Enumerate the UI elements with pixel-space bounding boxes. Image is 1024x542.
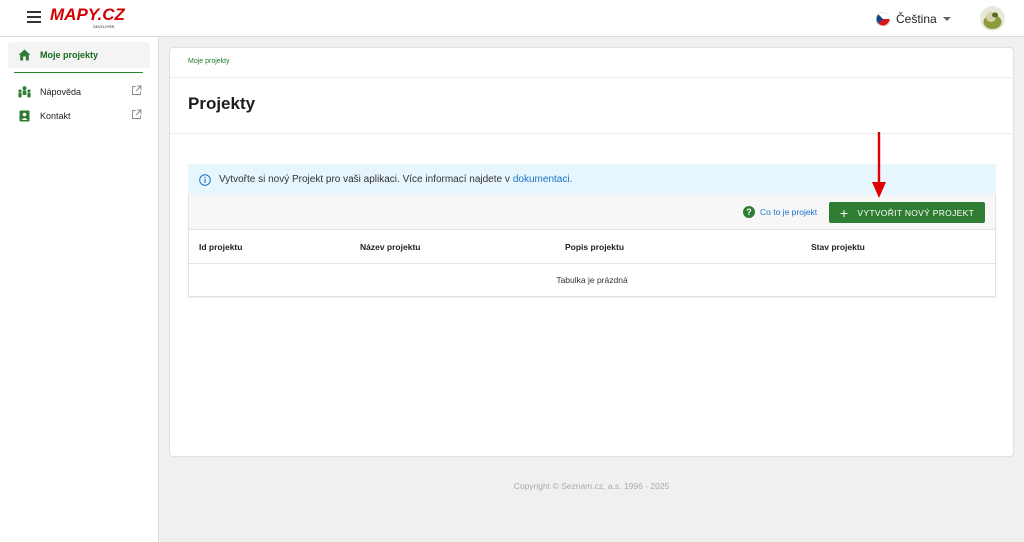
svg-text:MAPY.CZ: MAPY.CZ [50,5,125,24]
column-header-description[interactable]: Popis projektu [565,242,624,252]
external-link-icon [132,109,142,119]
svg-text:DEVELOPER: DEVELOPER [93,25,115,29]
what-is-project-link[interactable]: ? Co to je projekt [743,206,817,218]
external-link-icon [132,85,142,95]
breadcrumb[interactable]: Moje projekty [188,58,230,65]
home-icon [18,49,31,62]
page-title: Projekty [188,94,256,113]
sidebar-item-contact[interactable]: Kontakt [8,103,150,129]
svg-text:?: ? [746,207,752,217]
question-icon: ? [743,206,755,218]
top-header: MAPY.CZ DEVELOPER Čeština [0,0,1024,37]
language-label: Čeština [896,12,937,26]
sidebar: Moje projekty Nápověda Kontakt [0,37,159,542]
hamburger-icon[interactable] [27,11,41,23]
column-header-name[interactable]: Název projektu [360,242,420,252]
caret-down-icon [942,17,951,21]
plus-icon: + [839,204,849,221]
create-project-button[interactable]: + VYTVOŘIT NOVÝ PROJEKT [829,202,985,223]
annotation-arrow-icon [872,132,886,198]
sidebar-item-label: Moje projekty [40,50,99,60]
contact-icon [18,110,31,123]
sidebar-divider [14,72,143,73]
projects-table: ? Co to je projekt + VYTVOŘIT NOVÝ PROJE… [188,195,996,297]
sidebar-item-label: Kontakt [40,111,71,121]
info-text: Vytvořte si nový Projekt pro vaši aplika… [219,174,510,185]
help-link-label: Co to je projekt [760,207,818,217]
user-avatar[interactable] [980,6,1005,31]
empty-table-message: Tabulka je prázdná [556,275,628,285]
column-header-status[interactable]: Stav projektu [811,242,865,252]
help-people-icon [18,86,31,99]
sidebar-item-help[interactable]: Nápověda [8,79,150,105]
mapy-cz-logo[interactable]: MAPY.CZ DEVELOPER [49,3,125,31]
documentation-link[interactable]: dokumentaci. [513,174,572,185]
czech-flag-icon [876,12,890,26]
create-button-label: VYTVOŘIT NOVÝ PROJEKT [857,207,975,218]
table-header: Id projektu Název projektu Popis projekt… [189,230,995,264]
divider [170,77,1013,78]
sidebar-item-my-projects[interactable]: Moje projekty [8,42,150,68]
projects-card: Moje projekty Projekty Vytvořte si nový … [169,47,1014,457]
language-selector[interactable]: Čeština [876,10,951,28]
column-header-id[interactable]: Id projektu [199,242,242,252]
info-icon [199,173,211,186]
sidebar-item-label: Nápověda [40,87,82,97]
footer-copyright: Copyright © Seznam.cz, a.s. 1996 - 2025 [513,481,670,491]
table-toolbar: ? Co to je projekt + VYTVOŘIT NOVÝ PROJE… [189,195,995,230]
